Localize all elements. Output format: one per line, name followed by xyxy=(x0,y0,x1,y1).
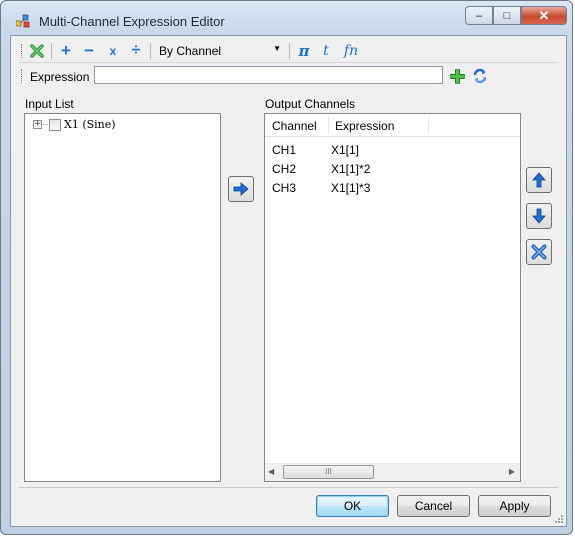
maximize-button[interactable]: □ xyxy=(493,6,521,25)
delete-icon xyxy=(531,244,547,260)
toolbar-grip[interactable] xyxy=(21,44,25,58)
clear-button[interactable] xyxy=(28,42,46,60)
column-divider[interactable] xyxy=(328,116,329,134)
ok-button[interactable]: OK xyxy=(316,495,389,517)
arrow-right-icon xyxy=(233,182,249,196)
expression-input[interactable] xyxy=(94,66,443,84)
plus-button[interactable]: + xyxy=(57,41,75,60)
t-icon: t xyxy=(323,43,329,59)
refresh-icon xyxy=(473,68,487,84)
minus-button[interactable]: − xyxy=(80,41,98,60)
table-row[interactable]: CH1 X1[1] xyxy=(265,141,515,160)
plus-icon: + xyxy=(61,41,71,60)
minus-icon: − xyxy=(84,41,94,60)
title-bar[interactable]: Multi-Channel Expression Editor – □ ✕ xyxy=(1,1,572,35)
close-button[interactable]: ✕ xyxy=(521,6,567,25)
dialog-client-area: + − x ÷ By Channel ▼ π t fn Expression I… xyxy=(10,35,567,527)
minimize-button[interactable]: – xyxy=(465,6,493,25)
apply-button[interactable]: Apply xyxy=(478,495,551,517)
add-icon xyxy=(449,68,465,84)
input-list-tree[interactable]: + X1 (Sine) xyxy=(24,113,221,482)
tree-item-label: X1 (Sine) xyxy=(64,118,116,131)
table-row[interactable]: CH3 X1[1]*3 xyxy=(265,179,515,198)
column-divider[interactable] xyxy=(428,116,429,134)
tree-item-checkbox[interactable] xyxy=(49,118,61,131)
clear-icon xyxy=(30,44,44,58)
toolbar-separator xyxy=(150,43,151,59)
toolbar: + − x ÷ By Channel ▼ π t fn xyxy=(19,40,558,63)
divide-icon: ÷ xyxy=(131,42,141,59)
update-expression-button[interactable] xyxy=(471,67,489,85)
tree-item[interactable]: + X1 (Sine) xyxy=(33,118,116,131)
channel-cell: CH2 xyxy=(272,162,297,176)
expression-cell: X1[1]*2 xyxy=(331,162,371,176)
resize-grip-icon[interactable] xyxy=(554,514,564,524)
delete-channel-button[interactable] xyxy=(526,239,552,265)
channel-cell: CH3 xyxy=(272,181,297,195)
arrow-up-icon xyxy=(532,172,546,188)
window-title: Multi-Channel Expression Editor xyxy=(39,14,225,29)
pi-icon: π xyxy=(298,42,310,60)
multiply-icon: x xyxy=(109,44,117,58)
arrow-down-icon xyxy=(532,208,546,224)
toolbar-separator xyxy=(51,43,52,59)
mode-dropdown[interactable]: By Channel ▼ xyxy=(156,42,284,60)
toolbar-separator xyxy=(289,43,290,59)
column-header-channel[interactable]: Channel xyxy=(272,119,317,133)
channel-cell: CH1 xyxy=(272,143,297,157)
add-expression-button[interactable] xyxy=(448,67,466,85)
expression-cell: X1[1] xyxy=(331,143,360,157)
tree-connector xyxy=(43,124,48,125)
mode-dropdown-value: By Channel xyxy=(159,44,222,58)
output-channels-label: Output Channels xyxy=(265,97,356,111)
expression-cell: X1[1]*3 xyxy=(331,181,371,195)
expression-bar: Expression xyxy=(19,64,558,88)
list-header: Channel Expression xyxy=(265,114,520,137)
input-list-label: Input List xyxy=(25,97,74,111)
pi-button[interactable]: π xyxy=(295,42,313,60)
scroll-left-icon[interactable]: ◀ xyxy=(268,467,274,476)
scroll-right-icon[interactable]: ▶ xyxy=(509,467,515,476)
expression-label: Expression xyxy=(30,70,90,84)
app-icon xyxy=(16,14,30,28)
move-up-button[interactable] xyxy=(526,167,552,193)
add-to-output-button[interactable] xyxy=(228,176,254,202)
table-row[interactable]: CH2 X1[1]*2 xyxy=(265,160,515,179)
fn-icon: fn xyxy=(343,43,359,59)
scroll-thumb[interactable]: III xyxy=(283,465,374,479)
expand-icon[interactable]: + xyxy=(33,120,42,129)
expression-editor-window: Multi-Channel Expression Editor – □ ✕ + … xyxy=(0,0,573,535)
button-bar-separator xyxy=(19,487,558,488)
expression-bar-grip[interactable] xyxy=(21,69,25,83)
divide-button[interactable]: ÷ xyxy=(127,42,145,60)
multiply-button[interactable]: x xyxy=(104,42,122,60)
cancel-button[interactable]: Cancel xyxy=(397,495,470,517)
caption-buttons: – □ ✕ xyxy=(465,6,567,26)
move-down-button[interactable] xyxy=(526,203,552,229)
output-channels-list[interactable]: Channel Expression CH1 X1[1] CH2 X1[1]*2… xyxy=(264,113,521,482)
time-button[interactable]: t xyxy=(317,42,335,60)
function-button[interactable]: fn xyxy=(339,42,363,60)
chevron-down-icon: ▼ xyxy=(273,44,281,53)
column-header-expression[interactable]: Expression xyxy=(335,119,394,133)
horizontal-scrollbar[interactable]: ◀ III ▶ xyxy=(265,463,520,481)
